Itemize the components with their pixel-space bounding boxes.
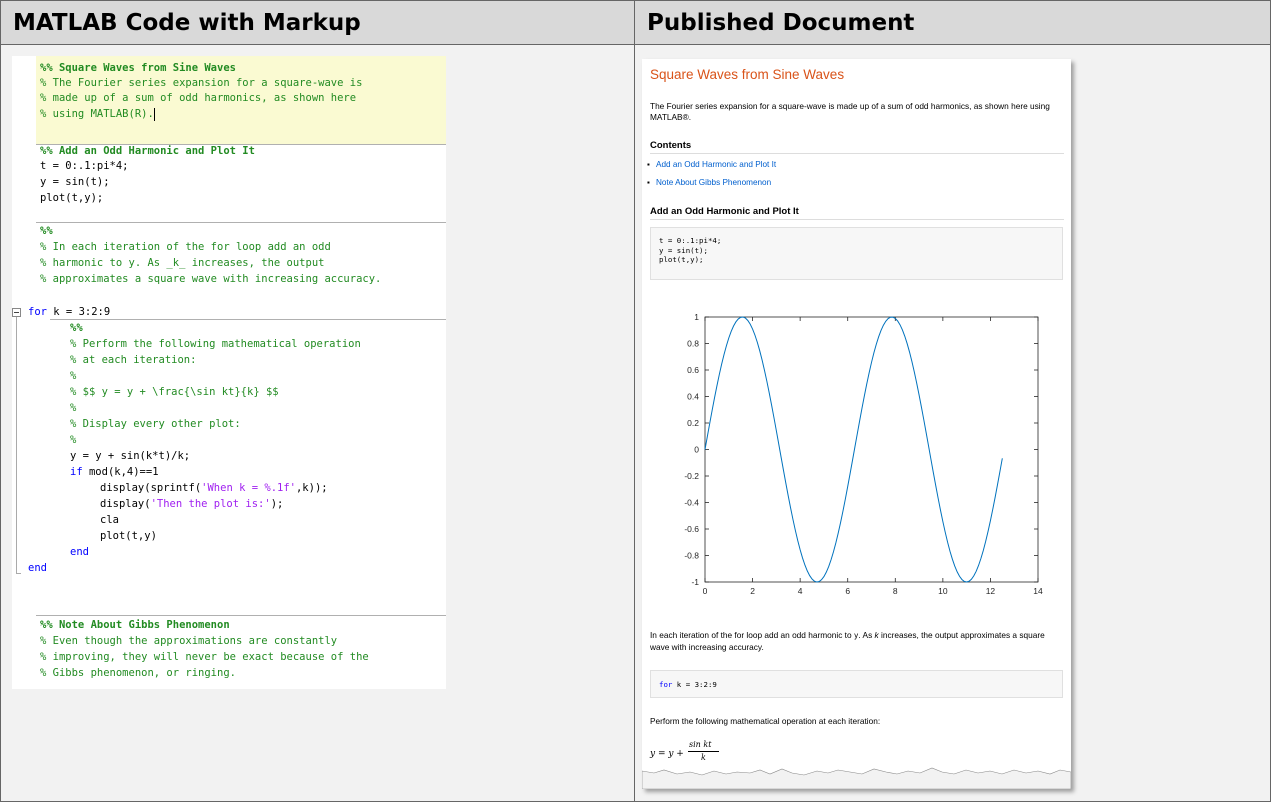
doc-paragraph: In each iteration of the for loop add an… — [650, 630, 1064, 652]
string-literal: 'Then the plot is:' — [150, 498, 271, 510]
string-literal: 'When k = %.1f' — [201, 482, 296, 494]
equation-lhs: y = y + — [650, 749, 687, 759]
code-line[interactable]: plot(t,y); — [40, 191, 103, 206]
keyword: for — [28, 306, 47, 318]
code-text: display( — [100, 498, 151, 510]
code-line[interactable]: display('Then the plot is:'); — [100, 497, 283, 512]
code-line[interactable]: if mod(k,4)==1 — [70, 465, 159, 480]
left-column-header: MATLAB Code with Markup — [1, 1, 634, 45]
code-line[interactable]: for k = 3:2:9 — [28, 305, 110, 320]
code-line[interactable]: % Even though the approximations are con… — [40, 634, 337, 649]
code-line[interactable]: %% Square Waves from Sine Waves — [40, 61, 236, 76]
code-line[interactable]: % In each iteration of the for loop add … — [40, 240, 331, 255]
code-line[interactable]: % — [70, 433, 76, 448]
y-tick-label: 0 — [694, 445, 699, 455]
code-line[interactable]: t = 0:.1:pi*4; — [40, 159, 129, 174]
code-line[interactable]: display(sprintf('When k = %.1f',k)); — [100, 481, 328, 496]
section-heading: Add an Odd Harmonic and Plot It — [650, 206, 1064, 220]
code-line[interactable]: % made up of a sum of odd harmonics, as … — [40, 91, 356, 106]
x-tick-label: 10 — [938, 586, 948, 596]
code-text: % using MATLAB(R). — [40, 108, 154, 120]
code-line[interactable]: % improving, they will never be exact be… — [40, 650, 369, 665]
comparison-frame: MATLAB Code with Markup Published Docume… — [0, 0, 1271, 802]
text-cursor — [153, 107, 155, 121]
torn-page-edge — [642, 767, 1071, 789]
matlab-editor[interactable]: %% Square Waves from Sine Waves % The Fo… — [12, 56, 446, 689]
code-line[interactable]: % The Fourier series expansion for a squ… — [40, 76, 362, 91]
code-line[interactable]: %% Note About Gibbs Phenomenon — [40, 618, 230, 633]
plot-axes — [704, 316, 1039, 583]
sine-plot: 0 2 4 6 8 10 12 14 -1 -0.8 -0.6 -0.4 -0.2 0 0.2 0.4 0.6 0… — [684, 312, 1043, 596]
code-block: t = 0:.1:pi*4; y = sin(t); plot(t,y); — [650, 227, 1063, 280]
doc-paragraph: Perform the following mathematical opera… — [650, 716, 881, 726]
code-line[interactable]: % approximates a square wave with increa… — [40, 272, 381, 287]
toc-link[interactable]: Note About Gibbs Phenomenon — [647, 178, 771, 187]
code-line[interactable]: % — [70, 369, 76, 384]
code-line[interactable]: % — [70, 401, 76, 416]
code-line[interactable]: %% — [70, 321, 83, 336]
code-text: display(sprintf( — [100, 482, 202, 494]
code-line[interactable]: % harmonic to y. As _k_ increases, the o… — [40, 256, 324, 271]
code-line[interactable]: y = y + sin(k*t)/k; — [70, 449, 190, 464]
y-tick-label: 0.8 — [687, 339, 699, 349]
code-text: k = 3:2:9 — [672, 680, 717, 689]
code-line[interactable]: % using MATLAB(R). — [40, 107, 155, 122]
code-line[interactable]: y = sin(t); — [40, 175, 110, 190]
y-tick-label: -0.2 — [684, 471, 699, 481]
para-text: . As — [858, 630, 875, 640]
code-line[interactable]: % Gibbs phenomenon, or ringing. — [40, 666, 236, 681]
fold-toggle-icon[interactable] — [12, 308, 21, 317]
y-tick-label: 0.2 — [687, 418, 699, 428]
x-tick-label: 2 — [750, 586, 755, 596]
y-tick-label: 1 — [694, 312, 699, 322]
x-tick-label: 4 — [798, 586, 803, 596]
y-tick-label: -1 — [691, 577, 699, 587]
code-line[interactable]: % at each iteration: — [70, 353, 196, 368]
keyword: if — [70, 466, 83, 478]
x-tick-label: 12 — [986, 586, 996, 596]
code-line[interactable]: end — [70, 545, 89, 560]
y-tick-label: -0.6 — [684, 524, 699, 534]
code-text: k = 3:2:9 — [46, 306, 111, 318]
doc-intro: The Fourier series expansion for a squar… — [650, 101, 1050, 122]
toc-link[interactable]: Add an Odd Harmonic and Plot It — [647, 160, 776, 169]
fold-guide — [16, 317, 17, 573]
fold-guide-end — [16, 573, 21, 574]
code-line[interactable]: % Display every other plot: — [70, 417, 241, 432]
right-column-header: Published Document — [635, 1, 1270, 45]
x-tick-label: 8 — [893, 586, 898, 596]
keyword: for — [659, 680, 673, 689]
code-line[interactable]: end — [28, 561, 47, 576]
doc-title: Square Waves from Sine Waves — [650, 67, 845, 82]
code-text: mod(k,4)==1 — [82, 466, 159, 478]
code-line[interactable]: %% Add an Odd Harmonic and Plot It — [40, 144, 255, 159]
code-line[interactable]: cla — [100, 513, 119, 528]
fraction-bar — [688, 751, 719, 752]
y-tick-label: -0.8 — [684, 551, 699, 561]
plot-area-box — [704, 316, 1039, 583]
x-tick-label: 0 — [703, 586, 708, 596]
code-line[interactable]: plot(t,y) — [100, 529, 157, 544]
y-tick-label: 0.4 — [687, 392, 699, 402]
x-tick-label: 6 — [845, 586, 850, 596]
para-text: In each iteration of the for loop add an… — [650, 630, 854, 640]
code-block: for k = 3:2:9 — [650, 670, 1063, 698]
published-document: Square Waves from Sine Waves The Fourier… — [642, 59, 1071, 789]
code-line[interactable]: % $$ y = y + \frac{\sin kt}{k} $$ — [70, 385, 279, 400]
code-text: ,k)); — [295, 482, 328, 494]
code-text: ); — [270, 498, 284, 510]
y-tick-label: 0.6 — [687, 365, 699, 375]
contents-heading: Contents — [650, 140, 1064, 154]
code-line[interactable]: %% — [40, 224, 53, 239]
y-tick-label: -0.4 — [684, 498, 699, 508]
column-divider — [634, 1, 635, 802]
x-tick-label: 14 — [1033, 586, 1043, 596]
equation-numerator: sin kt — [689, 740, 712, 749]
code-line[interactable]: % Perform the following mathematical ope… — [70, 337, 361, 352]
